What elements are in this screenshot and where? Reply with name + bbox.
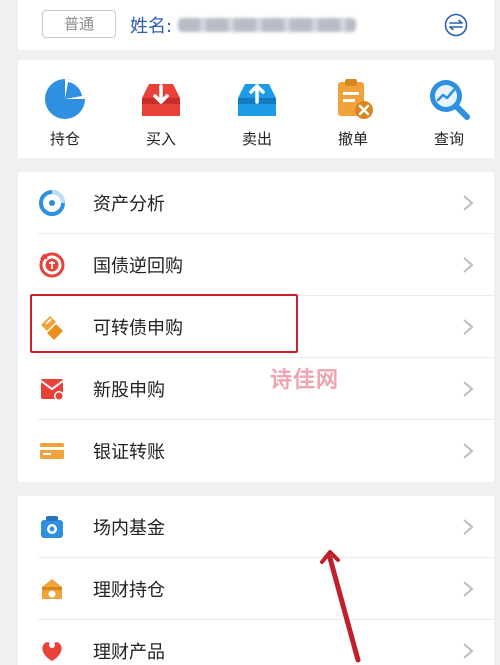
highlight-box bbox=[30, 294, 298, 353]
account-header: 普通 姓名: bbox=[18, 0, 494, 50]
wealth-holding-icon bbox=[42, 579, 62, 599]
chevron-right-icon bbox=[463, 319, 474, 335]
quick-action-label: 查询 bbox=[433, 130, 464, 148]
quick-action-label: 撤单 bbox=[337, 130, 368, 148]
watermark: 诗佳网 bbox=[270, 368, 340, 393]
quick-action-sell[interactable]: 卖出 bbox=[222, 76, 292, 156]
menu-item-ipo-subscription[interactable]: 新股申购 bbox=[18, 358, 494, 420]
account-name-redacted bbox=[178, 18, 356, 32]
menu-item-label: 理财持仓 bbox=[93, 580, 165, 601]
reverse-repo-icon bbox=[39, 252, 65, 278]
tray-download-icon bbox=[142, 84, 180, 116]
menu-item-reverse-repo[interactable]: 国债逆回购 bbox=[18, 234, 494, 296]
magnifier-chart-icon bbox=[430, 80, 470, 120]
menu-item-label: 新股申购 bbox=[93, 380, 165, 401]
ipo-subscription-icon bbox=[40, 379, 64, 401]
menu-item-asset-analysis[interactable]: 资产分析 bbox=[18, 172, 494, 234]
account-name-label: 姓名: bbox=[130, 16, 173, 37]
menu-item-label: 资产分析 bbox=[93, 194, 165, 215]
quick-action-holdings[interactable]: 持仓 bbox=[30, 76, 100, 156]
quick-action-label: 持仓 bbox=[49, 130, 80, 148]
menu-item-label: 国债逆回购 bbox=[93, 256, 183, 277]
clipboard-cancel-icon bbox=[338, 79, 373, 119]
pie-chart-icon bbox=[45, 79, 85, 119]
menu-item-bank-transfer[interactable]: 银证转账 bbox=[18, 420, 494, 482]
chevron-right-icon bbox=[463, 195, 474, 211]
menu-item-label: 理财产品 bbox=[93, 642, 165, 663]
app-frame: 普通 姓名: 持仓 买入 卖出 撤单 查询 资产分析 国债逆回购 可转债申购 新… bbox=[18, 0, 494, 665]
chevron-right-icon bbox=[463, 519, 474, 535]
chevron-right-icon bbox=[463, 643, 474, 659]
menu-item-label: 场内基金 bbox=[93, 518, 165, 539]
quick-action-cancel-order[interactable]: 撤单 bbox=[318, 76, 388, 156]
fund-icon bbox=[41, 516, 63, 538]
quick-action-label: 卖出 bbox=[241, 130, 272, 148]
menu-item-wealth-holdings[interactable]: 理财持仓 bbox=[18, 558, 494, 620]
tray-upload-icon bbox=[238, 84, 276, 116]
quick-action-query[interactable]: 查询 bbox=[414, 76, 484, 156]
chevron-right-icon bbox=[463, 581, 474, 597]
chevron-right-icon bbox=[463, 443, 474, 459]
menu-item-exchange-fund[interactable]: 场内基金 bbox=[18, 496, 494, 558]
menu-item-label: 银证转账 bbox=[93, 442, 165, 463]
menu-item-wealth-products[interactable]: 理财产品 bbox=[18, 620, 494, 665]
switch-account-icon[interactable] bbox=[444, 13, 468, 37]
account-type-badge[interactable]: 普通 bbox=[42, 10, 116, 38]
bank-card-icon bbox=[40, 443, 64, 459]
wealth-menu-group: 场内基金 理财持仓 理财产品 bbox=[18, 496, 494, 665]
asset-analysis-icon bbox=[39, 190, 65, 216]
wealth-product-icon bbox=[42, 642, 62, 661]
annotation-arrow bbox=[320, 550, 361, 663]
quick-action-buy[interactable]: 买入 bbox=[126, 76, 196, 156]
chevron-right-icon bbox=[463, 257, 474, 273]
quick-action-label: 买入 bbox=[145, 130, 176, 148]
quick-actions-bar: 持仓 买入 卖出 撤单 查询 bbox=[18, 60, 494, 158]
chevron-right-icon bbox=[463, 381, 474, 397]
